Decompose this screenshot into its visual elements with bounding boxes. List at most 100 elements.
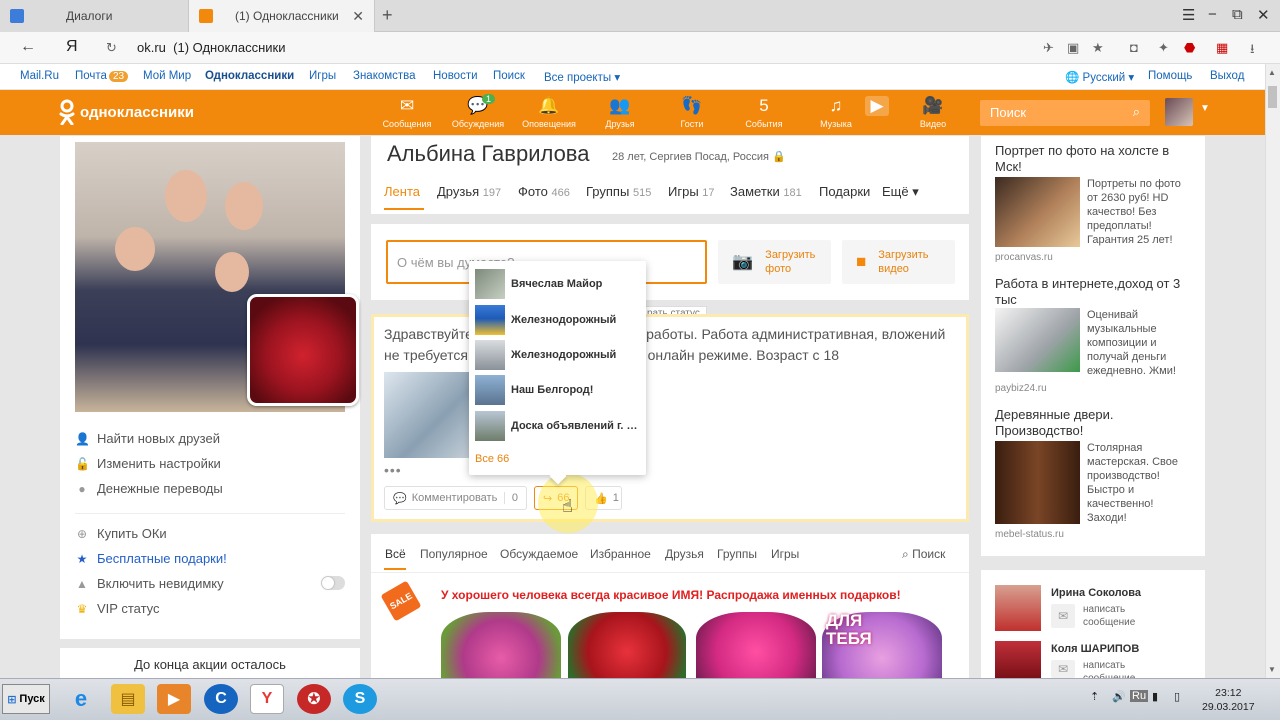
ad-source[interactable]: mebel-status.ru bbox=[995, 529, 1064, 540]
envelope-icon[interactable]: ✉ bbox=[1051, 660, 1075, 678]
browser-c-icon[interactable]: C bbox=[204, 684, 238, 714]
dating-link[interactable]: Знакомства bbox=[353, 70, 416, 82]
tab-photos[interactable]: Фото 466 bbox=[518, 184, 570, 199]
feed-tab-popular[interactable]: Популярное bbox=[420, 547, 488, 561]
buy-oki-link[interactable]: ⊕ Купить ОКи bbox=[75, 526, 167, 541]
media-player-icon[interactable]: ▶ bbox=[157, 684, 191, 714]
close-tab-icon[interactable]: ✕ bbox=[352, 8, 364, 25]
all-projects-link[interactable]: Все проекты ▾ bbox=[544, 70, 620, 84]
search-link[interactable]: Поиск bbox=[493, 70, 525, 82]
tab-dialogs[interactable]: Диалоги bbox=[0, 0, 188, 32]
share-item[interactable]: Вячеслав Майор bbox=[475, 269, 602, 299]
ad-source[interactable]: procanvas.ru bbox=[995, 252, 1053, 263]
tray-arrow-icon[interactable]: ⇡ bbox=[1090, 690, 1099, 703]
ad-source[interactable]: paybiz24.ru bbox=[995, 383, 1047, 394]
ie-icon[interactable]: e bbox=[64, 684, 98, 714]
ad-image[interactable] bbox=[995, 441, 1080, 524]
nav-notifications[interactable]: 🔔 Оповещения bbox=[515, 96, 583, 129]
envelope-icon[interactable]: ✉ bbox=[1051, 604, 1075, 628]
menu-icon[interactable]: ☰ bbox=[1182, 6, 1195, 24]
ad-text[interactable]: Портреты по фото от 2630 руб! HD качеств… bbox=[1087, 177, 1192, 247]
flower-image[interactable] bbox=[441, 612, 561, 678]
friend-avatar[interactable] bbox=[995, 641, 1041, 678]
volume-icon[interactable]: 🔊 bbox=[1112, 690, 1126, 703]
logout-link[interactable]: Выход bbox=[1210, 70, 1244, 82]
share-item[interactable]: Наш Белгород! bbox=[475, 375, 593, 405]
upload-photo-button[interactable]: 📷 Загрузить фото bbox=[718, 240, 831, 284]
free-gifts-link[interactable]: ★ Бесплатные подарки! bbox=[75, 551, 227, 566]
bookmark-star-icon[interactable]: ★ bbox=[1092, 40, 1104, 56]
feed-headline[interactable]: У хорошего человека всегда красивое ИМЯ!… bbox=[441, 588, 901, 602]
friend-name[interactable]: Ирина Соколова bbox=[1051, 587, 1141, 599]
close-window-icon[interactable]: ✕ bbox=[1257, 6, 1270, 24]
money-transfer-link[interactable]: ● Денежные переводы bbox=[75, 481, 222, 496]
nav-video[interactable]: 🎥 Видео bbox=[899, 96, 967, 129]
feed-tab-all[interactable]: Всё bbox=[385, 547, 406, 561]
share-item[interactable]: Железнодорожный bbox=[475, 305, 616, 335]
yandex-icon[interactable]: Я bbox=[66, 38, 78, 56]
folder-icon[interactable]: ▤ bbox=[111, 684, 145, 714]
language-indicator[interactable]: Ru bbox=[1130, 690, 1149, 702]
back-arrow-icon[interactable]: ← bbox=[20, 38, 36, 56]
invisible-toggle[interactable] bbox=[321, 576, 345, 590]
share-item[interactable]: Доска объявлений г. … bbox=[475, 411, 638, 441]
feed-search[interactable]: ⌕ Поиск bbox=[902, 547, 945, 562]
ad-text[interactable]: Оценивай музыкальные композиции и получа… bbox=[1087, 308, 1192, 378]
skype-icon[interactable]: S bbox=[343, 684, 377, 714]
flower-image[interactable] bbox=[568, 612, 686, 678]
url-field[interactable]: ok.ru (1) Одноклассники bbox=[137, 40, 286, 55]
nav-messages[interactable]: ✉ Сообщения bbox=[373, 96, 441, 129]
network-icon[interactable]: ▮ bbox=[1152, 690, 1158, 703]
tab-notes[interactable]: Заметки 181 bbox=[730, 184, 802, 199]
tab-gifts[interactable]: Подарки bbox=[819, 184, 870, 199]
page-scrollbar[interactable] bbox=[1265, 64, 1280, 678]
new-tab-button[interactable]: + bbox=[382, 5, 393, 26]
chevron-down-icon[interactable]: ▼ bbox=[1200, 103, 1210, 114]
ok-link[interactable]: Одноклассники bbox=[205, 70, 294, 82]
reload-icon[interactable]: ↻ bbox=[106, 40, 117, 56]
upload-video-button[interactable]: ■ Загрузить видео bbox=[842, 240, 955, 284]
start-button[interactable]: ⊞ Пуск bbox=[2, 684, 50, 714]
app-icon[interactable]: ✪ bbox=[297, 684, 331, 714]
feed-tab-discussed[interactable]: Обсуждаемое bbox=[500, 547, 578, 561]
maximize-icon[interactable]: ⧉ bbox=[1232, 6, 1243, 23]
feed-tab-groups[interactable]: Группы bbox=[717, 547, 757, 561]
feed-tab-favorites[interactable]: Избранное bbox=[590, 547, 651, 561]
adblock-icon[interactable]: ⬣ bbox=[1184, 40, 1195, 56]
help-link[interactable]: Помощь bbox=[1148, 70, 1192, 82]
ad-title[interactable]: Работа в интернете,доход от 3 тыс bbox=[995, 276, 1195, 308]
share-all-link[interactable]: Все 66 bbox=[475, 453, 509, 465]
extension-icon[interactable]: ✦ bbox=[1158, 40, 1169, 56]
mail-link[interactable]: Почта 23 bbox=[75, 70, 129, 82]
tab-games[interactable]: Игры 17 bbox=[668, 184, 715, 199]
user-avatar[interactable] bbox=[1165, 98, 1193, 126]
tab-friends[interactable]: Друзья 197 bbox=[437, 184, 501, 199]
pocket-icon[interactable]: ◘ bbox=[1130, 40, 1138, 55]
feed-tab-friends[interactable]: Друзья bbox=[665, 547, 704, 561]
system-clock[interactable]: 23:12 29.03.2017 bbox=[1202, 686, 1255, 714]
invisible-mode-link[interactable]: ▲ Включить невидимку bbox=[75, 576, 224, 591]
yandex-browser-icon[interactable]: Y bbox=[250, 684, 284, 714]
scroll-down-icon[interactable]: ▼ bbox=[1268, 665, 1276, 674]
calendar-icon[interactable]: ▦ bbox=[1216, 40, 1228, 56]
nav-guests[interactable]: 👣 Гости bbox=[658, 96, 726, 129]
myworld-link[interactable]: Мой Мир bbox=[143, 70, 191, 82]
language-select[interactable]: 🌐 Русский ▾ bbox=[1065, 70, 1134, 84]
comment-button[interactable]: 💬 Комментировать 0 bbox=[384, 486, 527, 510]
tab-more[interactable]: Ещё ▾ bbox=[882, 184, 919, 200]
header-search-input[interactable]: Поиск ⌕ bbox=[980, 100, 1150, 126]
find-friends-link[interactable]: 👤 Найти новых друзей bbox=[75, 431, 220, 446]
nav-discussions[interactable]: 💬 1 Обсуждения bbox=[444, 94, 512, 129]
gift-lips-image[interactable] bbox=[247, 294, 359, 406]
ok-logo[interactable]: одноклассники bbox=[58, 99, 194, 125]
news-link[interactable]: Новости bbox=[433, 70, 478, 82]
reader-icon[interactable]: ▣ bbox=[1067, 40, 1079, 56]
tab-feed[interactable]: Лента bbox=[384, 184, 420, 199]
post-more[interactable]: ••• bbox=[384, 462, 402, 478]
friend-name[interactable]: Коля ШАРИПОВ bbox=[1051, 643, 1139, 655]
post-image[interactable] bbox=[384, 372, 470, 458]
tab-groups[interactable]: Группы 515 bbox=[586, 184, 651, 199]
nav-events[interactable]: 5 События bbox=[730, 96, 798, 129]
tab-odnoklassniki[interactable]: (1) Одноклассники ✕ bbox=[188, 0, 375, 32]
ad-image[interactable] bbox=[995, 177, 1080, 247]
